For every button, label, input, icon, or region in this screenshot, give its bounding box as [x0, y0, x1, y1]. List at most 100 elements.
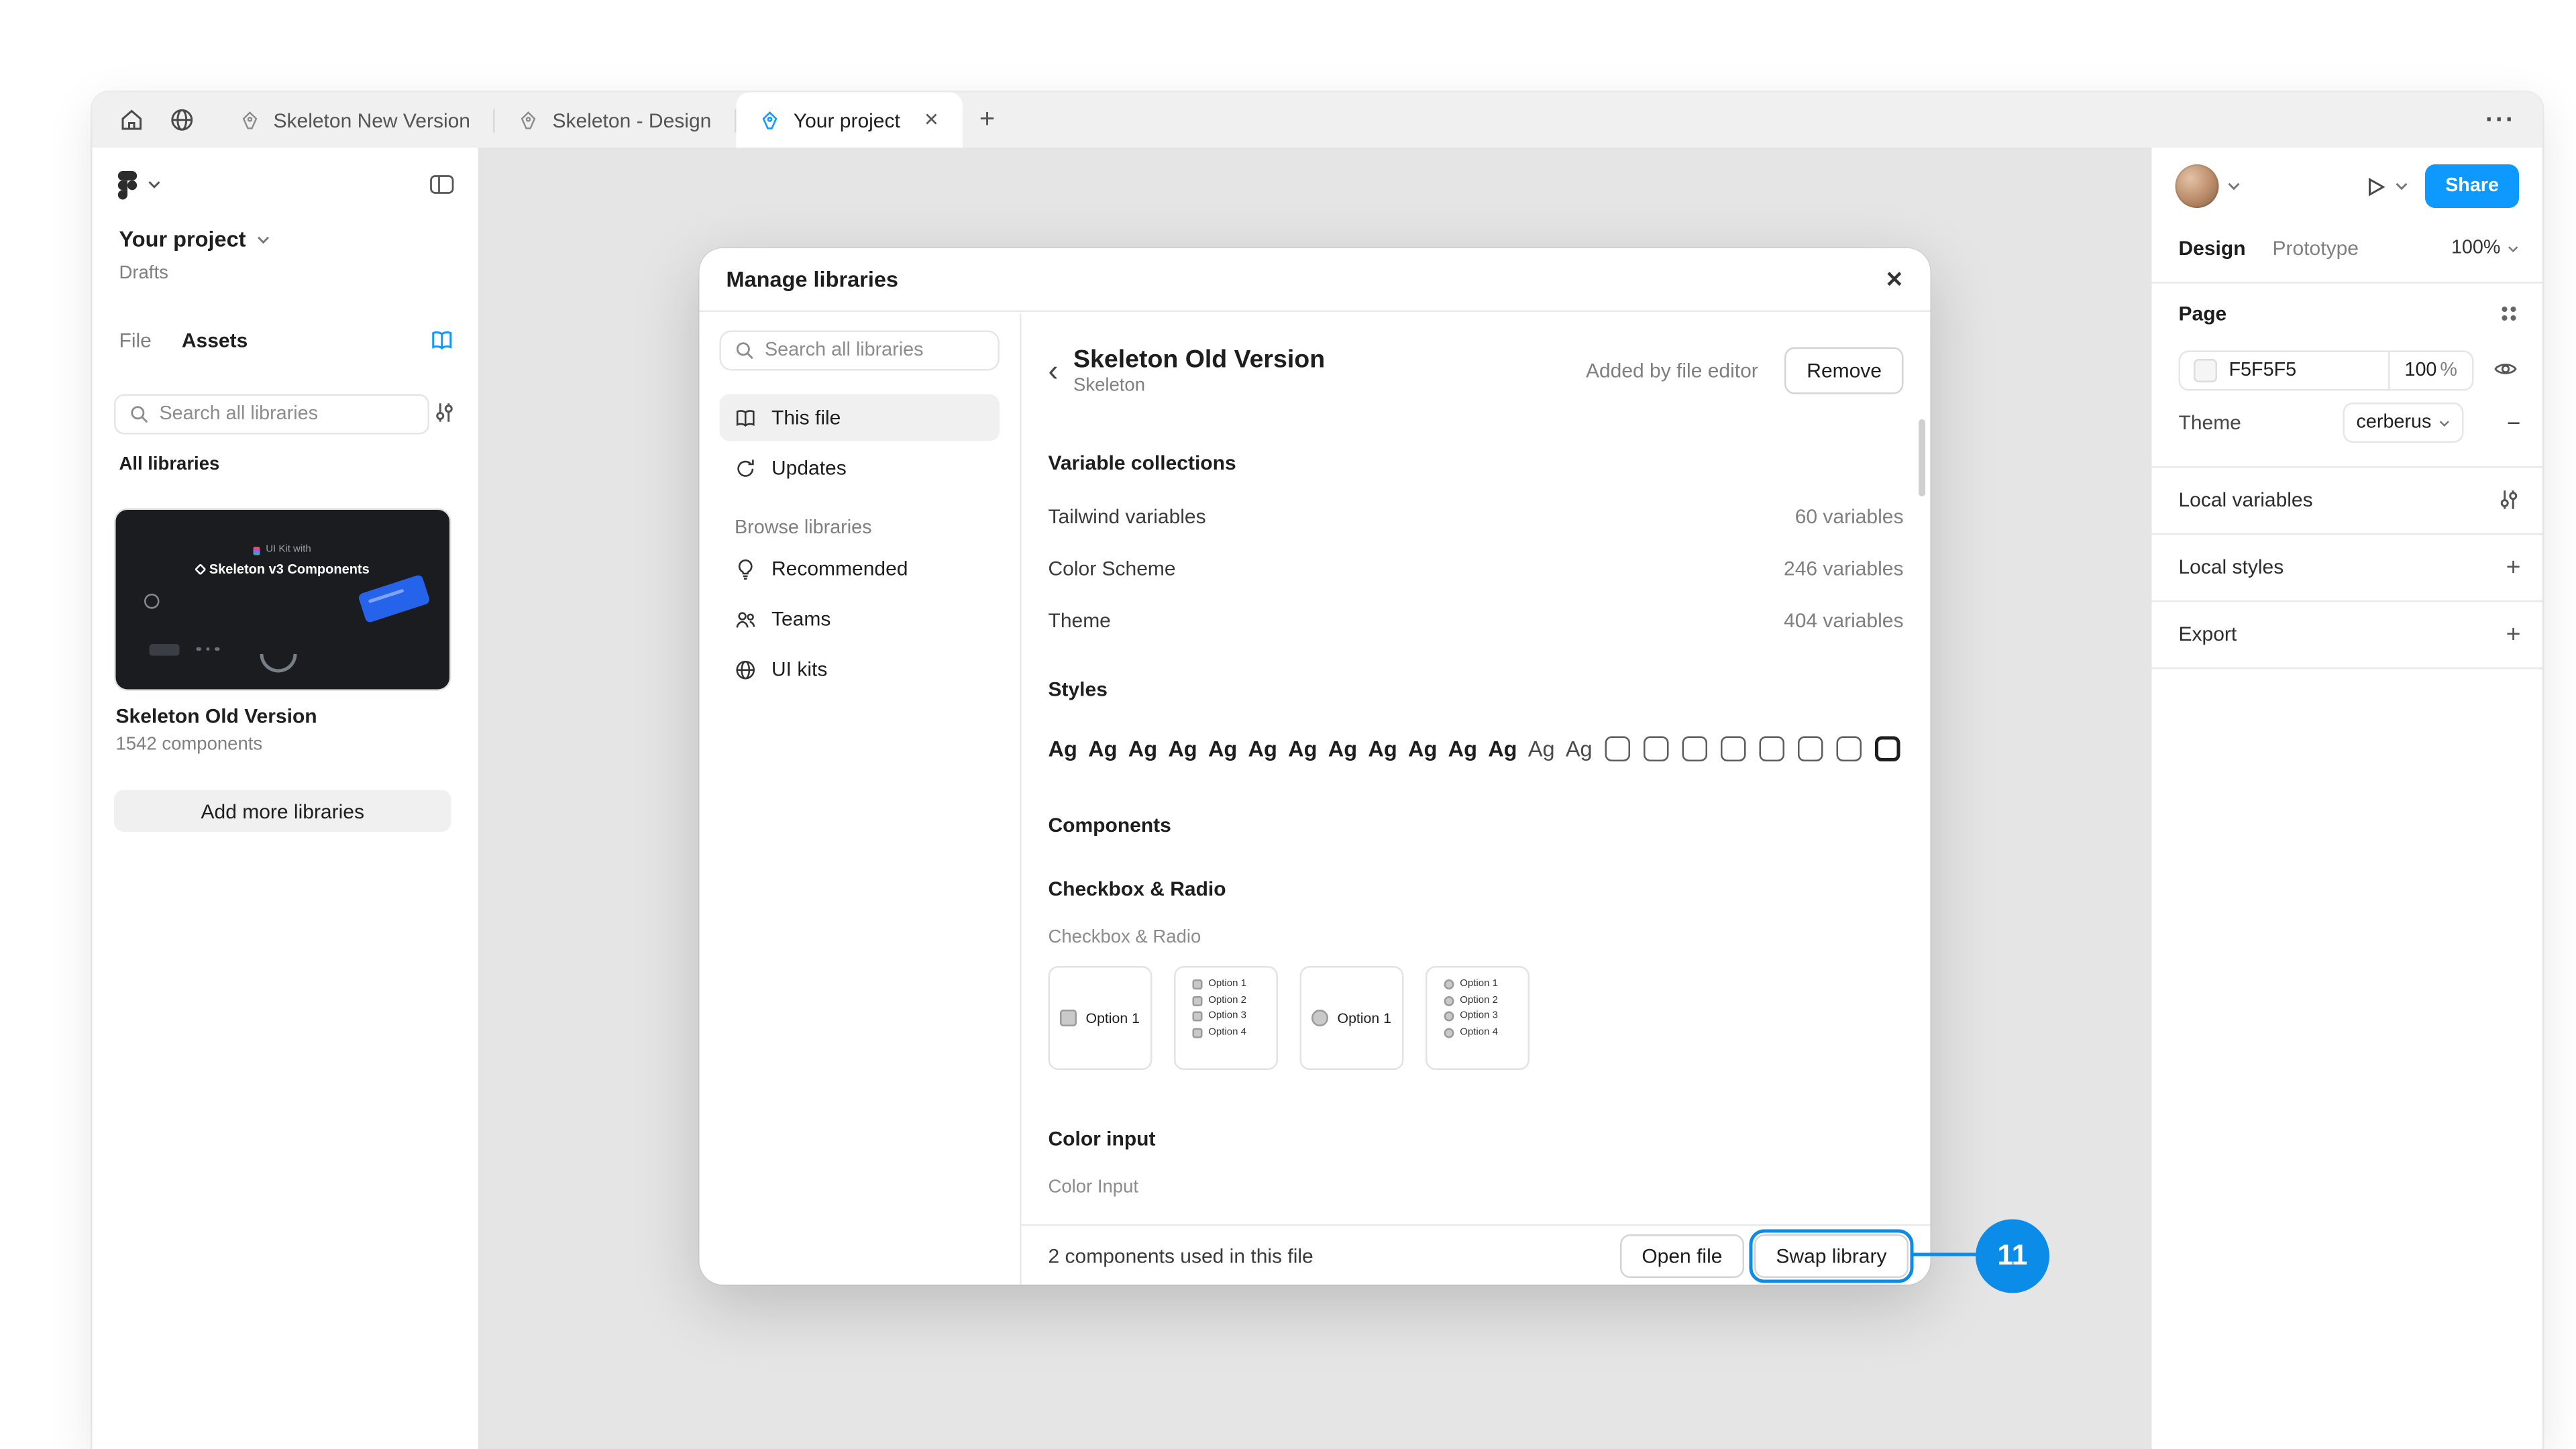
text-style-sample[interactable]: Ag: [1566, 735, 1593, 761]
search-input[interactable]: [160, 405, 415, 425]
lightbulb-icon: [735, 557, 757, 580]
variable-row[interactable]: Color Scheme 246 variables: [1049, 542, 1904, 594]
filter-sliders-icon[interactable]: [433, 401, 456, 425]
text-style-sample[interactable]: Ag: [1049, 735, 1077, 761]
grid-style-swatch[interactable]: [1760, 735, 1786, 761]
text-style-sample[interactable]: Ag: [1328, 735, 1357, 761]
chevron-down-icon: [256, 234, 270, 244]
grid-style-swatch[interactable]: [1644, 735, 1670, 761]
theme-dropdown[interactable]: cerberus: [2343, 402, 2464, 443]
new-tab-button[interactable]: +: [963, 93, 1012, 148]
opacity-field[interactable]: 100 %: [2390, 361, 2473, 381]
collapse-panel-icon[interactable]: [429, 173, 455, 197]
variable-collections-heading: Variable collections: [1049, 451, 1236, 475]
tab-prototype[interactable]: Prototype: [2273, 237, 2359, 260]
text-style-sample[interactable]: Ag: [1528, 735, 1555, 761]
library-card-thumbnail[interactable]: UI Kit with Skeleton v3 Components: [114, 508, 451, 692]
tab-file[interactable]: File: [119, 329, 152, 352]
color-hex-value[interactable]: F5F5F5: [2229, 361, 2297, 381]
checkbox-radio-group-label: Checkbox & Radio: [1049, 928, 1201, 948]
chevron-down-icon[interactable]: [2395, 181, 2408, 191]
page-color-control[interactable]: F5F5F5 100 %: [2179, 351, 2474, 391]
tab-skeleton-design[interactable]: Skeleton - Design: [496, 93, 735, 148]
radio-icon: [1444, 1027, 1454, 1037]
modal-search-field[interactable]: [720, 331, 1000, 371]
checkbox-icon: [1061, 1010, 1077, 1026]
add-style-icon[interactable]: +: [2506, 553, 2521, 582]
text-style-sample[interactable]: Ag: [1408, 735, 1437, 761]
close-tab-icon[interactable]: ✕: [924, 109, 939, 131]
project-switcher[interactable]: Your project: [119, 227, 270, 252]
more-menu-button[interactable]: ···: [2485, 106, 2516, 135]
home-button[interactable]: [106, 93, 156, 148]
grid-style-swatch-selected[interactable]: [1876, 735, 1901, 761]
thumbnail-title: Skeleton v3 Components: [116, 562, 450, 578]
callout-connector-line: [1912, 1253, 1976, 1256]
nav-item-recommended[interactable]: Recommended: [720, 545, 1000, 592]
tab-your-project[interactable]: Your project ✕: [737, 93, 963, 148]
grid-style-swatch[interactable]: [1799, 735, 1824, 761]
add-export-icon[interactable]: +: [2506, 620, 2521, 649]
scrollbar[interactable]: [1919, 419, 1925, 496]
browse-libraries-label: Browse libraries: [735, 519, 1000, 539]
share-button[interactable]: Share: [2425, 164, 2519, 208]
left-sidebar: Your project Drafts File Assets: [93, 148, 478, 1449]
component-preview-checkbox-group[interactable]: Option 1 Option 2 Option 3 Option 4: [1174, 966, 1278, 1070]
visibility-eye-icon[interactable]: [2494, 359, 2518, 379]
component-preview-checkbox[interactable]: Option 1: [1049, 966, 1152, 1070]
text-style-sample[interactable]: Ag: [1288, 735, 1317, 761]
remove-button[interactable]: Remove: [1785, 347, 1904, 394]
nav-item-teams[interactable]: Teams: [720, 596, 1000, 643]
grid-style-swatch[interactable]: [1683, 735, 1709, 761]
present-play-icon[interactable]: [2365, 175, 2387, 197]
component-preview-radio[interactable]: Option 1: [1300, 966, 1404, 1070]
modal-search-input[interactable]: [765, 341, 985, 361]
library-title[interactable]: Skeleton Old Version: [116, 704, 317, 728]
text-style-sample[interactable]: Ag: [1128, 735, 1157, 761]
color-swatch[interactable]: [2194, 359, 2217, 382]
text-style-sample[interactable]: Ag: [1448, 735, 1477, 761]
tab-design[interactable]: Design: [2179, 237, 2246, 260]
add-more-libraries-button[interactable]: Add more libraries: [114, 790, 451, 833]
zoom-value: 100%: [2451, 238, 2501, 258]
tab-assets[interactable]: Assets: [182, 329, 248, 352]
text-style-sample[interactable]: Ag: [1488, 735, 1517, 761]
text-style-sample[interactable]: Ag: [1088, 735, 1117, 761]
figma-logo-icon[interactable]: [117, 170, 138, 199]
zoom-control[interactable]: 100%: [2451, 238, 2519, 258]
text-style-sample[interactable]: Ag: [1248, 735, 1277, 761]
adjust-sliders-icon[interactable]: [2498, 488, 2521, 512]
remove-theme-icon[interactable]: −: [2507, 409, 2520, 436]
chevron-down-icon[interactable]: [2227, 181, 2241, 191]
back-icon[interactable]: ‹: [1049, 356, 1059, 386]
open-file-button[interactable]: Open file: [1620, 1234, 1744, 1277]
library-book-icon[interactable]: [429, 329, 455, 352]
tab-skeleton-new-version[interactable]: Skeleton New Version: [217, 93, 494, 148]
figma-file-icon: [760, 110, 780, 130]
nav-item-this-file[interactable]: This file: [720, 394, 1000, 441]
nav-item-ui-kits[interactable]: UI kits: [720, 646, 1000, 693]
grid-style-swatch[interactable]: [1837, 735, 1863, 761]
thumbnail-decoration: [144, 594, 160, 609]
text-style-sample[interactable]: Ag: [1368, 735, 1397, 761]
thumbnail-decoration: [197, 647, 219, 651]
library-search-field[interactable]: [114, 394, 429, 435]
styles-icon[interactable]: [2498, 302, 2521, 325]
swap-library-button[interactable]: Swap library: [1754, 1234, 1909, 1277]
figma-file-icon: [240, 110, 260, 130]
close-modal-icon[interactable]: ✕: [1885, 266, 1903, 292]
added-by-label: Added by file editor: [1586, 359, 1758, 382]
text-style-sample[interactable]: Ag: [1208, 735, 1237, 761]
grid-style-swatch[interactable]: [1606, 735, 1631, 761]
community-button[interactable]: [156, 93, 207, 148]
variable-row[interactable]: Tailwind variables 60 variables: [1049, 490, 1904, 542]
text-style-sample[interactable]: Ag: [1168, 735, 1197, 761]
variable-row[interactable]: Theme 404 variables: [1049, 594, 1904, 646]
avatar[interactable]: [2176, 164, 2219, 208]
component-preview-radio-group[interactable]: Option 1 Option 2 Option 3 Option 4: [1426, 966, 1529, 1070]
chevron-down-icon[interactable]: [148, 180, 161, 190]
divider: [2152, 282, 2543, 284]
grid-style-swatch[interactable]: [1721, 735, 1747, 761]
nav-item-updates[interactable]: Updates: [720, 445, 1000, 492]
checkbox-icon: [1193, 996, 1203, 1006]
